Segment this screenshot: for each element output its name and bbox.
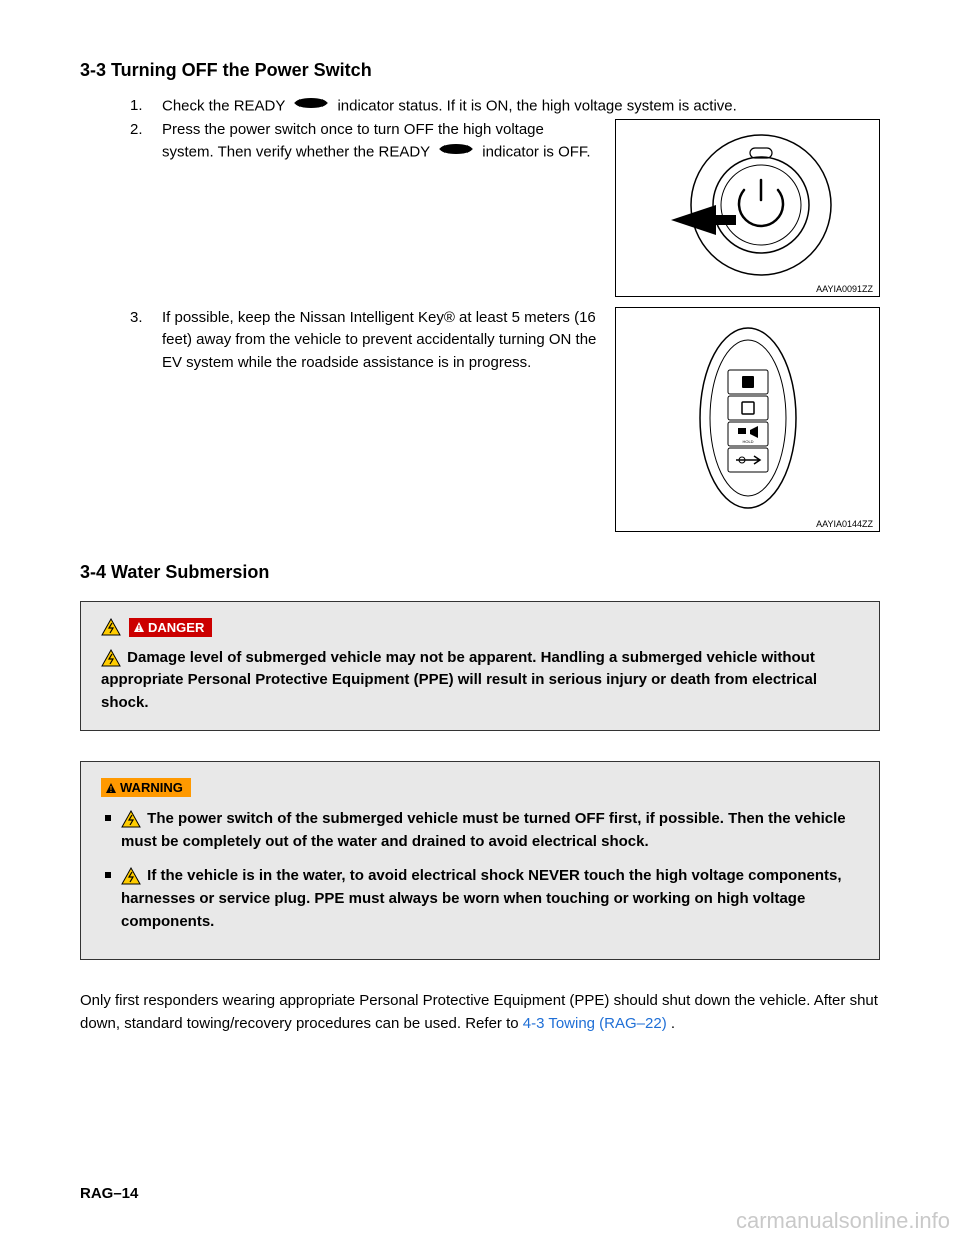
hv-triangle-icon-inline [101, 649, 121, 667]
bullet-icon [105, 872, 111, 878]
watermark: carmanualsonline.info [736, 1208, 950, 1234]
svg-text:!: ! [110, 785, 113, 794]
towing-link[interactable]: 4-3 Towing (RAG–22) [523, 1015, 667, 1032]
figure-1-caption: AAYIA0091ZZ [816, 284, 873, 294]
warning-header: ! WARNING [101, 778, 859, 797]
key-fob-illustration: HOLD [616, 308, 881, 533]
step-2-number: 2. [130, 119, 162, 142]
step-2: 2. Press the power switch once to turn O… [130, 119, 597, 165]
danger-text: Damage level of submerged vehicle may no… [101, 647, 859, 715]
step-3-text: If possible, keep the Nissan Intelligent… [162, 307, 597, 375]
step-2-row: 2. Press the power switch once to turn O… [80, 119, 880, 297]
step-3-number: 3. [130, 307, 162, 330]
warning-box: ! WARNING The power switch of the submer… [80, 761, 880, 960]
warning-label: WARNING [120, 780, 183, 795]
figure-2-caption: AAYIA0144ZZ [816, 519, 873, 529]
danger-header: ! DANGER [101, 618, 859, 637]
hv-triangle-icon-w2 [121, 867, 141, 885]
svg-text:!: ! [138, 624, 141, 633]
step-1-number: 1. [130, 95, 162, 118]
danger-box: ! DANGER Damage level of submerged vehic… [80, 601, 880, 732]
figure-power-switch: AAYIA0091ZZ [615, 119, 880, 297]
warning-item-2: If the vehicle is in the water, to avoid… [105, 864, 859, 934]
step-1-text-b: indicator status. If it is ON, the high … [337, 98, 736, 115]
page-number: RAG–14 [80, 1185, 138, 1202]
step-1-text: Check the READY indicator status. If it … [162, 95, 880, 119]
svg-text:HOLD: HOLD [742, 439, 753, 444]
step-1-text-a: Check the READY [162, 98, 289, 115]
power-switch-illustration [616, 120, 881, 298]
danger-label: DANGER [148, 620, 204, 635]
warning-item-2-text: If the vehicle is in the water, to avoid… [121, 867, 842, 931]
closing-paragraph: Only first responders wearing appropriat… [80, 990, 880, 1035]
warning-item-1: The power switch of the submerged vehicl… [105, 807, 859, 854]
step-3-row: 3. If possible, keep the Nissan Intellig… [80, 307, 880, 532]
step-1: 1. Check the READY indicator status. If … [130, 95, 880, 119]
step-3: 3. If possible, keep the Nissan Intellig… [130, 307, 597, 375]
bullet-icon [105, 815, 111, 821]
ready-indicator-icon-2 [437, 141, 475, 165]
step-2-text: Press the power switch once to turn OFF … [162, 119, 597, 165]
warning-badge: ! WARNING [101, 778, 191, 797]
warning-item-1-text: The power switch of the submerged vehicl… [121, 810, 846, 850]
hv-triangle-icon-w1 [121, 810, 141, 828]
section-3-3-heading: 3-3 Turning OFF the Power Switch [80, 60, 880, 81]
figure-intelligent-key: HOLD AAYIA0144ZZ [615, 307, 880, 532]
warning-list: The power switch of the submerged vehicl… [105, 807, 859, 933]
closing-paragraph-suffix: . [671, 1015, 675, 1032]
danger-badge: ! DANGER [129, 618, 212, 637]
danger-body-text: Damage level of submerged vehicle may no… [101, 649, 817, 711]
section-3-4-heading: 3-4 Water Submersion [80, 562, 880, 583]
hv-triangle-icon [101, 618, 121, 636]
closing-paragraph-text: Only first responders wearing appropriat… [80, 992, 878, 1032]
ready-indicator-icon [292, 95, 330, 119]
